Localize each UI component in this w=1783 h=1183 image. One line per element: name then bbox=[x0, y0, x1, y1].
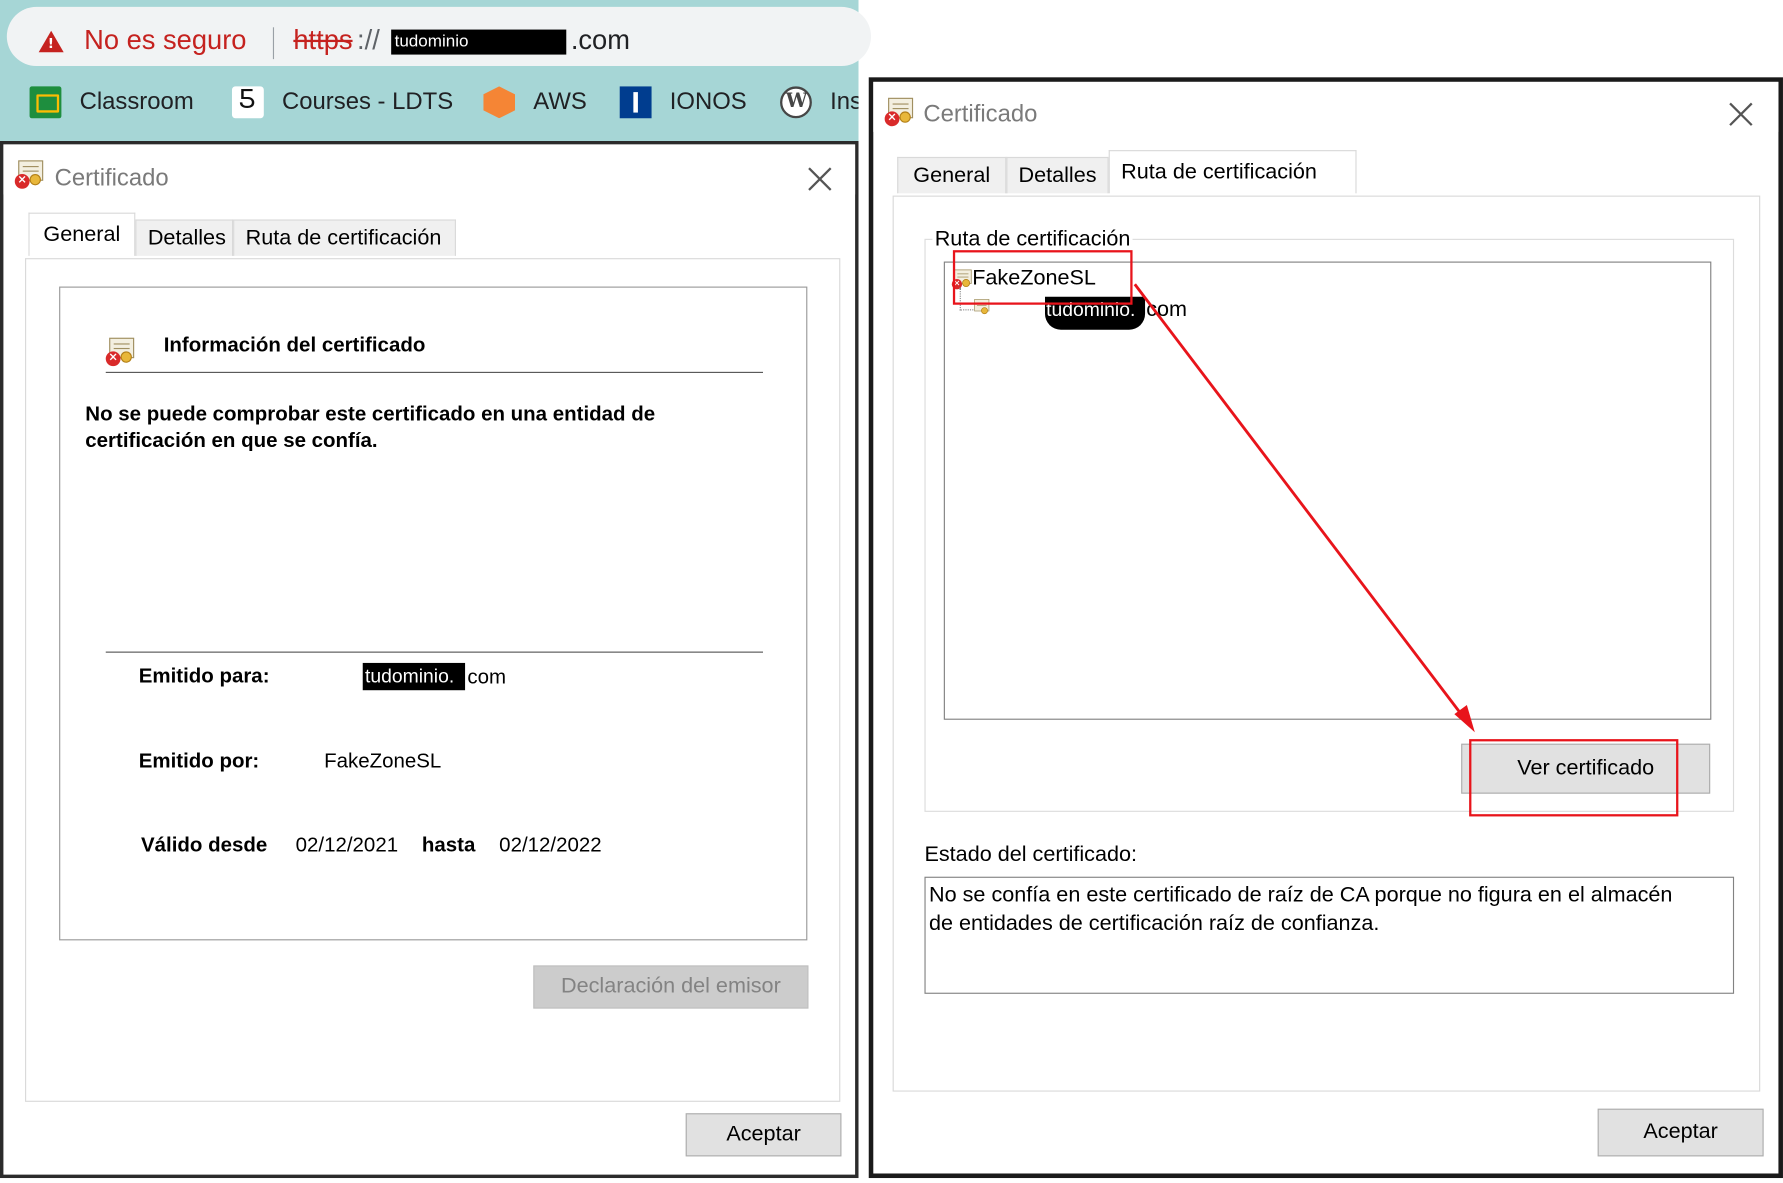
bookmark-label: Courses - LDTS bbox=[282, 88, 454, 115]
url-slashes: :// bbox=[357, 25, 380, 56]
url-scheme: https bbox=[293, 25, 353, 56]
status-text: No se confía en este certificado de raíz… bbox=[929, 883, 1673, 936]
status-label: Estado del certificado: bbox=[924, 842, 1138, 867]
ok-button[interactable]: Aceptar bbox=[685, 1113, 842, 1157]
tab-details[interactable]: Detalles bbox=[135, 219, 234, 256]
bookmark-label: AWS bbox=[533, 88, 587, 115]
tab-certification-path[interactable]: Ruta de certificación bbox=[233, 219, 456, 256]
issuer-statement-button[interactable]: Declaración del emisor bbox=[533, 965, 809, 1009]
issued-by-label: Emitido por: bbox=[138, 749, 260, 773]
title-bar: × Certificado bbox=[873, 81, 1779, 132]
dialog-title: Certificado bbox=[54, 164, 169, 192]
details-divider bbox=[105, 651, 763, 653]
aws-icon bbox=[483, 86, 516, 119]
bookmark-label: Ins bbox=[830, 88, 858, 115]
courses-icon bbox=[231, 85, 264, 119]
certification-tree[interactable]: × FakeZoneSL tudominio. com bbox=[943, 261, 1712, 720]
bookmark-label: Classroom bbox=[79, 88, 194, 115]
issued-to-domain: tudominio. bbox=[362, 662, 466, 691]
url-tld: .com bbox=[570, 25, 630, 56]
warning-icon[interactable] bbox=[38, 30, 64, 53]
ok-button[interactable]: Aceptar bbox=[1597, 1108, 1764, 1157]
tab-general[interactable]: General bbox=[897, 156, 1007, 194]
wordpress-icon bbox=[780, 86, 812, 119]
title-bar: × Certificado bbox=[3, 144, 856, 195]
heading-divider bbox=[105, 371, 763, 373]
tab-details[interactable]: Detalles bbox=[1006, 156, 1109, 194]
dialog-title: Certificado bbox=[923, 101, 1038, 128]
bookmarks-bar: Classroom Courses - LDTS AWS IONOS Ins bbox=[0, 80, 859, 125]
issued-to-label: Emitido para: bbox=[138, 664, 270, 687]
close-icon[interactable] bbox=[1727, 100, 1754, 127]
security-status[interactable]: No es seguro bbox=[84, 25, 246, 57]
certificate-error-icon: × bbox=[884, 97, 915, 128]
bookmark-aws[interactable]: AWS bbox=[483, 84, 587, 120]
valid-to-label: hasta bbox=[421, 833, 476, 857]
close-icon[interactable] bbox=[806, 165, 833, 192]
annotation-highlight-root bbox=[952, 250, 1133, 305]
ionos-icon bbox=[619, 86, 652, 119]
issued-by-value: FakeZoneSL bbox=[324, 749, 442, 773]
tree-node-leaf-tld[interactable]: com bbox=[1146, 298, 1187, 323]
tab-strip: General Detalles Ruta de certificación bbox=[897, 150, 1357, 194]
classroom-icon bbox=[29, 86, 62, 119]
certificate-error-icon: × bbox=[105, 337, 136, 368]
valid-to-value: 02/12/2022 bbox=[499, 833, 602, 857]
bookmark-ionos[interactable]: IONOS bbox=[619, 84, 747, 120]
path-group-label: Ruta de certificación bbox=[932, 227, 1133, 253]
tab-strip: General Detalles Ruta de certificación bbox=[28, 212, 456, 256]
tab-certification-path[interactable]: Ruta de certificación bbox=[1108, 150, 1357, 194]
annotation-highlight-button bbox=[1469, 739, 1679, 817]
bookmark-classroom[interactable]: Classroom bbox=[29, 84, 194, 120]
address-bar[interactable]: No es seguro https :// tudominio .com bbox=[6, 6, 872, 66]
info-heading: Información del certificado bbox=[163, 333, 426, 356]
tab-general[interactable]: General bbox=[28, 212, 136, 256]
bookmark-label: IONOS bbox=[669, 88, 747, 115]
valid-from-value: 02/12/2021 bbox=[295, 833, 399, 857]
certificate-dialog-general: × Certificado General Detalles Ruta de c… bbox=[0, 141, 859, 1179]
browser-toolbar: No es seguro https :// tudominio .com Cl… bbox=[0, 0, 872, 142]
certificate-dialog-path: × Certificado General Detalles Ruta de c… bbox=[868, 77, 1783, 1179]
bookmark-courses-ldts[interactable]: Courses - LDTS bbox=[231, 84, 454, 120]
status-textbox[interactable]: No se confía en este certificado de raíz… bbox=[924, 876, 1735, 994]
url-domain: tudominio bbox=[394, 31, 469, 52]
bookmark-ins[interactable]: Ins bbox=[780, 84, 859, 120]
issued-to-tld: com bbox=[467, 665, 507, 688]
omnibox-divider bbox=[272, 27, 275, 60]
warning-message: No se puede comprobar este certificado e… bbox=[85, 402, 656, 452]
valid-from-label: Válido desde bbox=[141, 833, 268, 857]
certificate-info-box: × Información del certificado No se pued… bbox=[59, 286, 808, 941]
certificate-error-icon: × bbox=[14, 160, 45, 190]
